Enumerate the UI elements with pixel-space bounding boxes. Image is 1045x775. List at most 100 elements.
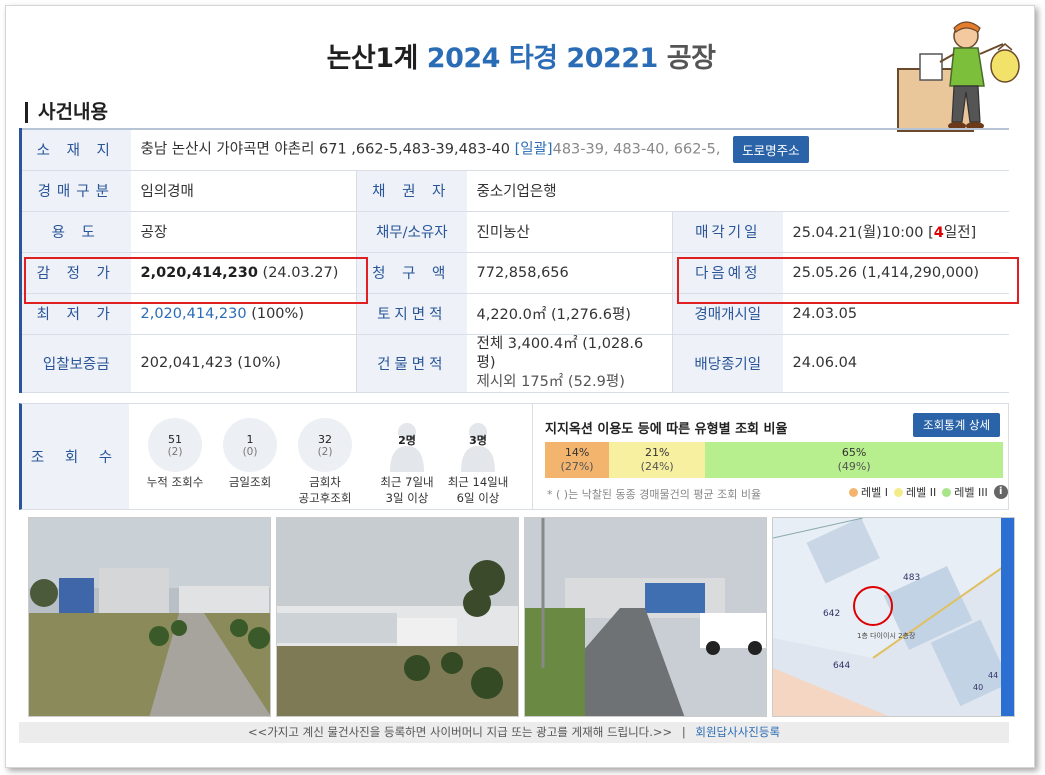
map-label: 644	[833, 661, 850, 671]
location-cell: 충남 논산시 가야곡면 야촌리 671 ,662-5,483-39,483-40…	[130, 129, 1009, 171]
property-photo-1[interactable]	[28, 517, 271, 717]
claim-value: 772,858,656	[466, 252, 673, 294]
land-area-label: 토지면적	[356, 293, 467, 335]
creditor-value: 중소기업은행	[466, 170, 1009, 212]
ratio-title: 지지옥션 이용도 등에 따른 유형별 조회 비율	[545, 422, 788, 437]
sale-date-label: 매각기일	[672, 211, 783, 253]
case-number: 2024 타경 20221	[426, 43, 659, 74]
property-photo-2[interactable]	[276, 517, 519, 717]
stat-recent-7: 2명 최근 7일내 3일 이상	[372, 418, 442, 506]
caption-sep: |	[681, 725, 686, 739]
stat-today-views: 1 (0) 금일조회	[215, 418, 285, 490]
land-area-value: 4,220.0㎡ (1,276.6평)	[466, 293, 673, 335]
ratio-segment-avg: (24%)	[640, 460, 674, 473]
case-kind: 공장	[666, 43, 716, 74]
claim-label: 청 구 액	[356, 252, 467, 294]
info-icon[interactable]: i	[993, 485, 1008, 499]
stat-sub: (2)	[317, 445, 333, 458]
legend-dot	[849, 488, 858, 497]
use-label: 용 도	[19, 211, 131, 253]
stat-caption-2: 3일 이상	[385, 491, 429, 505]
next-sale-highlight	[677, 257, 1019, 304]
stat-caption: 누적 조회수	[146, 475, 204, 489]
map-label: 483	[903, 573, 920, 583]
auction-type-value: 임의경매	[130, 170, 357, 212]
sale-date-value: 25.04.21(월)10:00 [	[792, 225, 934, 241]
property-map[interactable]: 483 642 644 44 40 1층 다이이시 2층장	[772, 517, 1015, 717]
road-address-button[interactable]: 도로명주소	[733, 136, 809, 164]
dividend-date-value: 24.06.04	[782, 334, 1009, 393]
row-location: 소 재 지 충남 논산시 가야곡면 야촌리 671 ,662-5,483-39,…	[19, 129, 1009, 171]
location-value: 충남 논산시 가야곡면 야촌리 671 ,662-5,483-39,483-40	[140, 141, 510, 158]
map-label: 642	[823, 609, 840, 619]
page-title: 논산1계 2024 타경 20221 공장	[6, 36, 1036, 75]
map-label: 40	[973, 683, 983, 692]
map-label: 1층 다이이시 2층장	[857, 631, 916, 640]
legend-dot	[893, 488, 903, 497]
ratio-segment: 65% (49%)	[705, 442, 1003, 478]
property-photo-3[interactable]	[524, 517, 767, 717]
stat-caption: 금회차	[309, 475, 341, 489]
view-ratio-box: 지지옥션 이용도 등에 따른 유형별 조회 비율 조회통계 상세 14% (27%…	[532, 404, 1009, 509]
stat-main: 2명	[398, 434, 416, 447]
building-area-cell: 전체 3,400.4㎡ (1,028.6평) 제시외 175㎡ (52.9평)	[466, 334, 673, 393]
view-count-label: 조 회 수	[22, 404, 129, 509]
legend-label: 레벨 I	[861, 486, 888, 499]
sale-date-suffix: 일전]	[943, 225, 977, 241]
register-photo-link[interactable]: 회원답사사진등록	[695, 725, 780, 739]
stat-circle: 1 (0)	[223, 418, 277, 472]
stat-caption: 최근 14일내	[447, 475, 509, 489]
sale-date-days: 4	[933, 225, 944, 241]
person-icon: 3명	[451, 418, 505, 472]
building-area-value: 전체 3,400.4㎡ (1,028.6평)	[476, 335, 644, 371]
sale-date-cell: 25.04.21(월)10:00 [4일전]	[782, 211, 1009, 253]
court-name: 논산1계	[326, 43, 419, 74]
view-stats-panel: 조 회 수 51 (2) 누적 조회수 1 (0) 금일조회 32 (2) 금회…	[19, 403, 1009, 510]
deposit-label: 입찰보증금	[19, 334, 131, 393]
legend-item: 레벨 III	[942, 484, 988, 500]
building-area-extra: 제시외 175㎡ (52.9평)	[476, 373, 625, 390]
debtor-label: 채무/소유자	[356, 211, 467, 253]
ratio-segment-pct: 65%	[841, 446, 867, 459]
ratio-segment-pct: 14%	[564, 446, 590, 459]
row-use: 용 도 공장 채무/소유자 진미농산 매각기일 25.04.21(월)10:00…	[19, 211, 1009, 253]
legend-dot	[942, 488, 952, 497]
ratio-segment-pct: 21%	[644, 446, 670, 459]
deposit-value: 202,041,423 (10%)	[130, 334, 357, 393]
row-deposit: 입찰보증금 202,041,423 (10%) 건물면적 전체 3,400.4㎡…	[19, 334, 1009, 393]
person-icon: 2명	[380, 418, 434, 472]
auction-type-label: 경매구분	[19, 170, 131, 212]
location-ilgwal: [일괄]	[514, 141, 553, 158]
use-value: 공장	[130, 211, 357, 253]
stat-total-views: 51 (2) 누적 조회수	[140, 418, 210, 490]
legend-item: 레벨 I	[849, 484, 888, 500]
stat-main: 1	[246, 432, 254, 446]
legend-item: 레벨 II	[893, 484, 937, 500]
caption-text: <<가지고 계신 물건사진을 등록하면 사이버머니 지급 또는 광고를 게재해 …	[247, 725, 673, 739]
stat-main: 51	[168, 432, 182, 446]
location-extra: 483-39, 483-40, 662-5,	[552, 141, 721, 158]
stat-main: 3명	[469, 434, 487, 447]
ratio-segment-avg: (49%)	[837, 460, 871, 473]
stat-caption: 금일조회	[228, 475, 272, 489]
stat-caption-2: 공고후조회	[298, 491, 352, 505]
stat-sub: (2)	[167, 445, 183, 458]
stat-sub: (0)	[242, 445, 258, 458]
stat-caption-2: 6일 이상	[456, 491, 500, 505]
debtor-value: 진미농산	[466, 211, 673, 253]
row-auction-type: 경매구분 임의경매 채 권 자 중소기업은행	[19, 170, 1009, 212]
appraisal-highlight	[24, 257, 368, 304]
photo-strip: 483 642 644 44 40 1층 다이이시 2층장	[23, 517, 1015, 723]
view-stats-detail-button[interactable]: 조회통계 상세	[913, 413, 1001, 437]
min-price-value[interactable]: 2,020,414,230	[141, 306, 247, 322]
stat-recent-14: 3명 최근 14일내 6일 이상	[443, 418, 513, 506]
location-label: 소 재 지	[19, 129, 131, 171]
ratio-note: * ( )는 낙찰된 동종 경매물건의 평균 조회 비율	[547, 488, 762, 501]
stat-caption: 최근 7일내	[380, 475, 434, 489]
ratio-segment: 14% (27%)	[545, 442, 610, 478]
ratio-legend: 레벨 I 레벨 II 레벨 III i	[849, 484, 1008, 500]
photo-caption-bar: <<가지고 계신 물건사진을 등록하면 사이버머니 지급 또는 광고를 게재해 …	[19, 722, 1009, 743]
stat-main: 32	[318, 432, 332, 446]
legend-label: 레벨 II	[905, 486, 937, 499]
min-price-pct: (100%)	[251, 305, 304, 322]
